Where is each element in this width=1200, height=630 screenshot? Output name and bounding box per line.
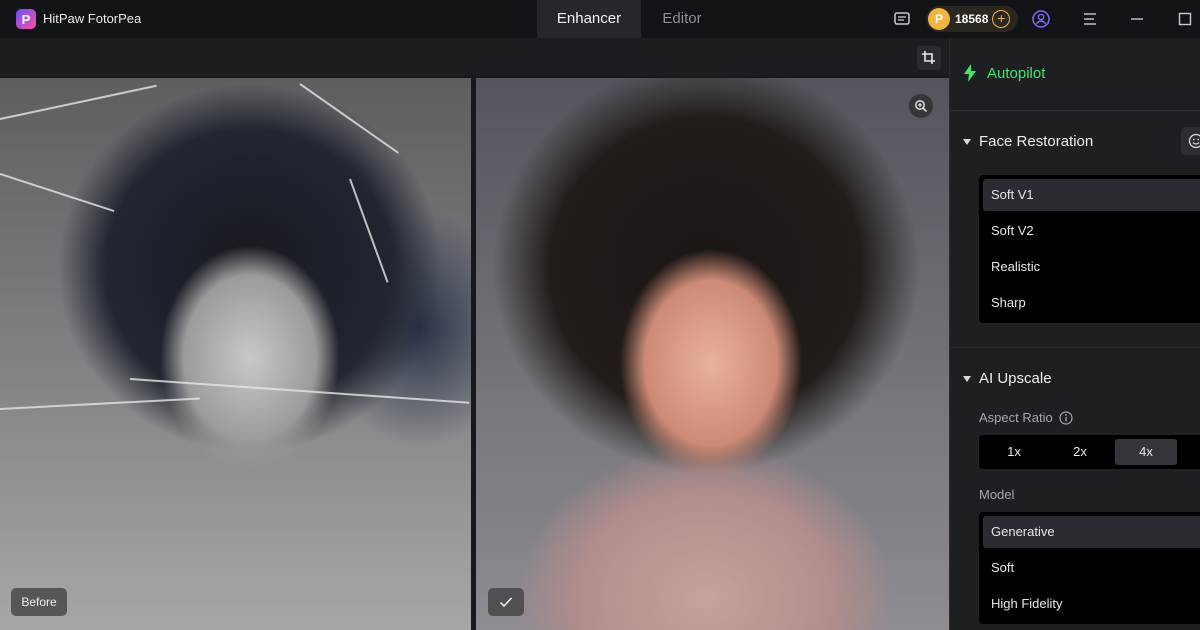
before-label: Before bbox=[11, 588, 67, 616]
menu-icon[interactable] bbox=[1079, 8, 1101, 30]
divider bbox=[950, 110, 1200, 111]
ai-upscale-title: AI Upscale bbox=[979, 370, 1052, 387]
caret-down-icon bbox=[963, 138, 971, 145]
ratio-1x[interactable]: 1x bbox=[983, 439, 1045, 465]
face-option-soft-v1[interactable]: Soft V1 bbox=[983, 179, 1200, 211]
minimize-icon[interactable] bbox=[1126, 8, 1148, 30]
app-logo-icon: P bbox=[16, 9, 36, 29]
model-option-high-fidelity[interactable]: High Fidelity bbox=[983, 588, 1200, 620]
face-option-soft-v2[interactable]: Soft V2 bbox=[983, 215, 1200, 247]
face-icon[interactable] bbox=[1181, 127, 1200, 155]
message-icon[interactable] bbox=[891, 8, 913, 30]
check-icon[interactable] bbox=[488, 588, 524, 616]
canvas-toolbar bbox=[0, 38, 949, 76]
autopilot-label: Autopilot bbox=[987, 64, 1046, 82]
ratio-4x[interactable]: 4x bbox=[1115, 439, 1177, 465]
caret-down-icon bbox=[963, 375, 971, 382]
after-image[interactable] bbox=[476, 78, 949, 630]
plus-icon[interactable]: + bbox=[992, 10, 1011, 28]
coin-balance[interactable]: P 18568 + bbox=[926, 6, 1018, 32]
coin-icon: P bbox=[928, 8, 950, 30]
crop-icon[interactable] bbox=[917, 46, 941, 70]
app-title: HitPaw FotorPea bbox=[43, 11, 142, 26]
before-image[interactable] bbox=[0, 78, 471, 630]
zoom-in-icon[interactable] bbox=[909, 94, 933, 118]
crack-line bbox=[299, 83, 399, 154]
bolt-icon bbox=[963, 64, 977, 82]
face-restoration-header[interactable]: Face Restoration bbox=[963, 133, 1093, 150]
divider bbox=[950, 347, 1200, 348]
crack-line bbox=[0, 173, 115, 213]
title-bar: P HitPaw FotorPea Enhancer Editor P 1856… bbox=[0, 0, 1200, 38]
model-label: Model bbox=[979, 487, 1015, 502]
face-option-sharp[interactable]: Sharp bbox=[983, 287, 1200, 319]
user-icon[interactable] bbox=[1030, 8, 1052, 30]
maximize-icon[interactable] bbox=[1174, 8, 1196, 30]
logo-letter: P bbox=[21, 11, 31, 27]
ai-upscale-header[interactable]: AI Upscale bbox=[963, 370, 1052, 387]
crack-line bbox=[0, 397, 200, 410]
crack-line bbox=[0, 84, 157, 120]
crack-line bbox=[349, 178, 389, 283]
info-icon[interactable] bbox=[1059, 410, 1073, 425]
tab-enhancer[interactable]: Enhancer bbox=[537, 0, 641, 38]
ratio-2x[interactable]: 2x bbox=[1049, 439, 1111, 465]
aspect-ratio-label: Aspect Ratio bbox=[979, 410, 1073, 425]
coin-count: 18568 bbox=[955, 12, 989, 26]
autopilot-toggle[interactable]: Autopilot bbox=[963, 64, 1045, 82]
tab-editor[interactable]: Editor bbox=[641, 0, 723, 38]
face-option-realistic[interactable]: Realistic bbox=[983, 251, 1200, 283]
model-option-generative[interactable]: Generative bbox=[983, 516, 1200, 548]
face-restoration-title: Face Restoration bbox=[979, 133, 1094, 150]
model-option-soft[interactable]: Soft bbox=[983, 552, 1200, 584]
aspect-ratio-text: Aspect Ratio bbox=[979, 410, 1053, 425]
